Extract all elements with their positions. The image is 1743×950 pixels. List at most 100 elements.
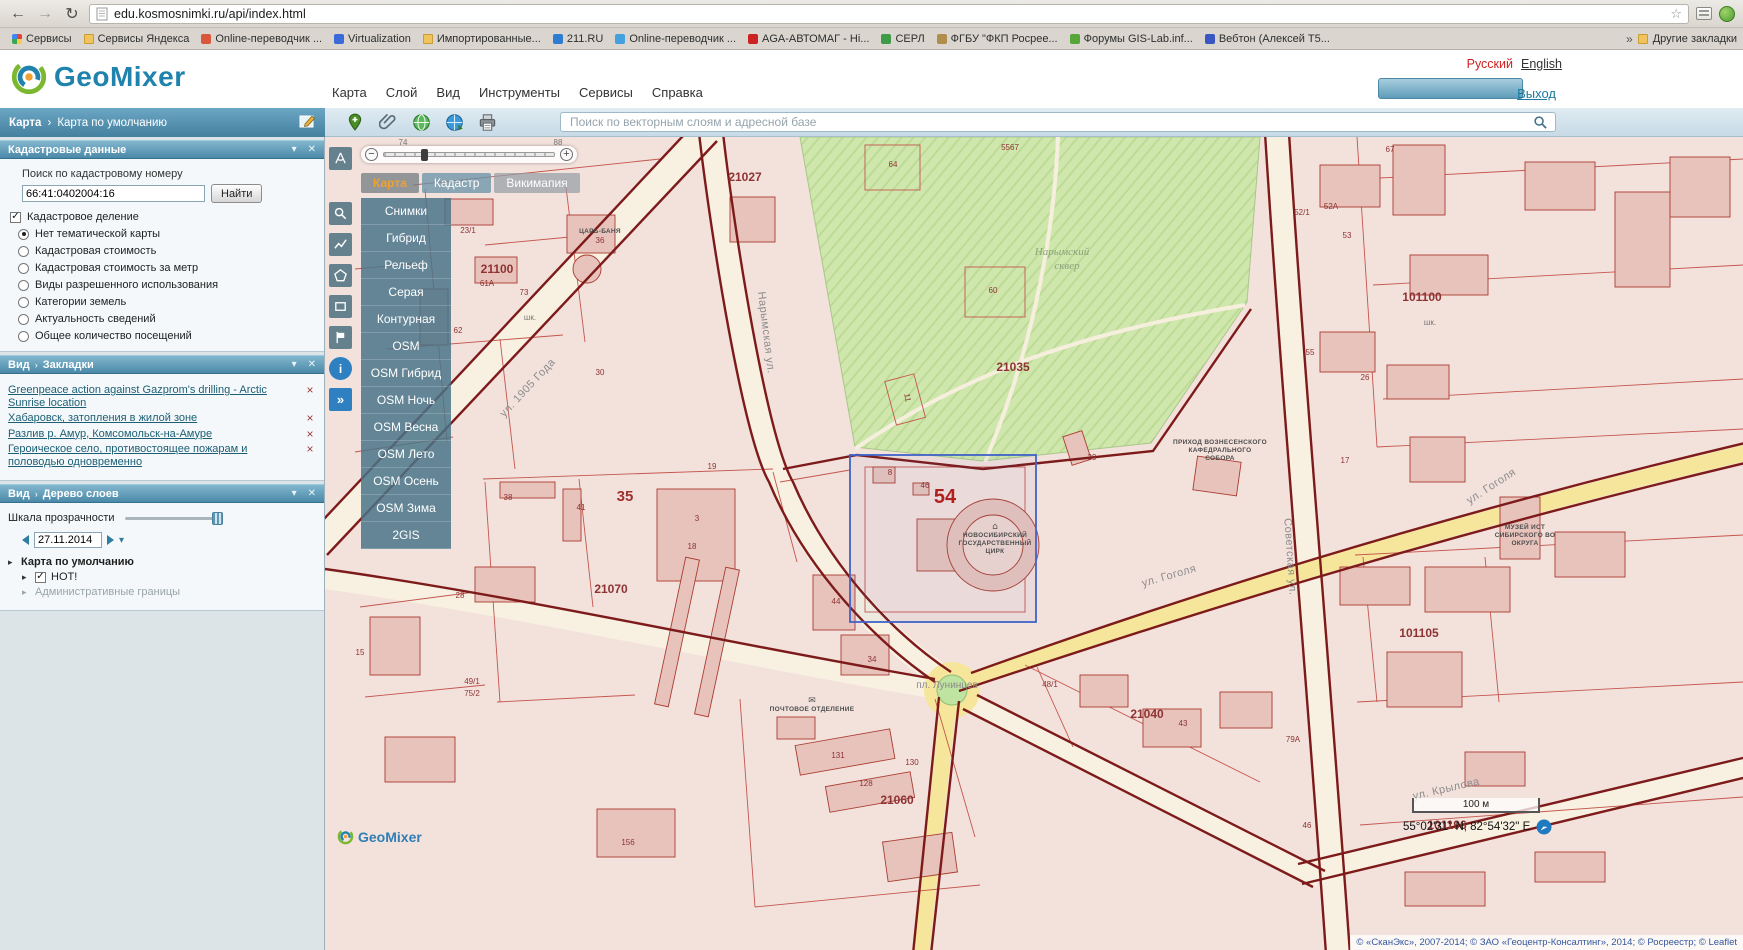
checkbox-icon[interactable] [10, 212, 21, 223]
locate-icon[interactable] [1536, 819, 1552, 835]
address-bar[interactable]: edu.kosmosnimki.ru/api/index.html ☆ [89, 4, 1689, 24]
radio-icon[interactable] [18, 314, 29, 325]
bookmark-item[interactable]: Online-переводчик ... [609, 33, 742, 45]
cadastre-panel-header[interactable]: Кадастровые данные ▾ ✕ [0, 140, 324, 159]
print-icon[interactable] [476, 111, 498, 133]
menu-item[interactable]: Инструменты [479, 85, 560, 100]
radio-icon[interactable] [18, 280, 29, 291]
radio-icon[interactable] [18, 229, 29, 240]
bookmark-item[interactable]: Сервисы [6, 33, 78, 45]
avatar-icon[interactable] [1719, 6, 1735, 22]
base-layer-option[interactable]: OSM Осень [361, 468, 451, 495]
menu-item[interactable]: Справка [652, 85, 703, 100]
layer-tree-item-admin[interactable]: ▸ Административные границы [22, 586, 316, 598]
zoom-slider[interactable] [383, 152, 555, 157]
radio-option[interactable]: Категории земель [18, 296, 316, 308]
globe-icon[interactable] [410, 111, 432, 133]
bookmark-item[interactable]: Online-переводчик ... [195, 33, 328, 45]
other-bookmarks[interactable]: » Другие закладки [1618, 32, 1737, 46]
base-layer-option[interactable]: OSM Гибрид [361, 360, 451, 387]
forward-icon[interactable]: → [35, 5, 55, 23]
zoom-slider-handle[interactable] [421, 149, 428, 161]
date-next-icon[interactable] [107, 535, 114, 545]
base-layer-option[interactable]: OSM Зима [361, 495, 451, 522]
bookmark-link[interactable]: Разлив р. Амур, Комсомольск-на-Амуре [8, 428, 298, 441]
rectangle-icon[interactable] [329, 295, 352, 318]
remove-bookmark-icon[interactable]: × [304, 443, 316, 455]
radio-option[interactable]: Актуальность сведений [18, 313, 316, 325]
logout-link[interactable]: Выход [1517, 86, 1556, 101]
radio-icon[interactable] [18, 297, 29, 308]
base-layer-tab[interactable]: Карта [361, 173, 419, 193]
base-layer-tab[interactable]: Кадастр [422, 173, 492, 193]
layer-checkbox-icon[interactable] [35, 572, 46, 583]
tree-expand-icon[interactable]: ▸ [22, 587, 30, 598]
panels-icon[interactable] [1696, 7, 1712, 20]
remove-bookmark-icon[interactable]: × [304, 412, 316, 424]
find-button[interactable]: Найти [211, 184, 262, 203]
tree-expand-icon[interactable]: ▸ [22, 572, 30, 583]
remove-bookmark-icon[interactable]: × [304, 428, 316, 440]
map-container[interactable]: ул. 1905 ГодаНарымская ул.ул. Гоголяул. … [325, 137, 1743, 950]
date-dropdown-icon[interactable]: ▾ [119, 535, 124, 546]
base-layer-option[interactable]: OSM Ночь [361, 387, 451, 414]
expand-panel-icon[interactable]: » [329, 388, 352, 411]
bookmark-item[interactable]: СЕРЛ [875, 33, 930, 45]
layer-tree-root[interactable]: ▸ Карта по умолчанию [8, 556, 316, 568]
cadastre-number-input[interactable] [22, 185, 205, 202]
bookmark-link[interactable]: Хабаровск, затопления в жилой зоне [8, 412, 298, 425]
radio-option[interactable]: Кадастровая стоимость за метр [18, 262, 316, 274]
opacity-slider[interactable] [125, 517, 221, 520]
bookmark-item[interactable]: AGA-АВТОМАГ - Hi... [742, 33, 875, 45]
flag-icon[interactable] [329, 326, 352, 349]
lang-russian[interactable]: Русский [1467, 57, 1513, 71]
date-prev-icon[interactable] [22, 535, 29, 545]
remove-bookmark-icon[interactable]: × [304, 384, 316, 396]
bookmark-item[interactable]: Сервисы Яндекса [78, 33, 196, 45]
menu-item[interactable]: Слой [386, 85, 418, 100]
layer-tree-item-hot[interactable]: ▸ HOT! [22, 571, 316, 583]
menu-item[interactable]: Сервисы [579, 85, 633, 100]
base-layer-option[interactable]: OSM [361, 333, 451, 360]
radio-option[interactable]: Общее количество посещений [18, 330, 316, 342]
base-layer-option[interactable]: OSM Весна [361, 414, 451, 441]
radio-icon[interactable] [18, 263, 29, 274]
bookmark-link[interactable]: Greenpeace action against Gazprom's dril… [8, 384, 298, 409]
cadastre-division-option[interactable]: Кадастровое деление [10, 211, 316, 223]
close-icon[interactable]: ✕ [308, 488, 316, 499]
measure-angle-icon[interactable] [329, 147, 352, 170]
close-icon[interactable]: ✕ [308, 144, 316, 155]
bookmarks-panel-header[interactable]: Вид › Закладки ▾ ✕ [0, 355, 324, 374]
base-layer-option[interactable]: OSM Лето [361, 441, 451, 468]
zoom-out-button[interactable]: − [365, 148, 378, 161]
zoom-in-button[interactable]: + [560, 148, 573, 161]
radio-icon[interactable] [18, 331, 29, 342]
bookmark-item[interactable]: ФГБУ "ФКП Росрее... [931, 33, 1064, 45]
collapse-icon[interactable]: ▾ [292, 488, 297, 499]
globe-layers-icon[interactable] [443, 111, 465, 133]
bookmark-link[interactable]: Героическое село, противостоящее пожарам… [8, 443, 298, 468]
base-layer-option[interactable]: Серая [361, 279, 451, 306]
base-layer-option[interactable]: 2GIS [361, 522, 451, 549]
bookmark-item[interactable]: Импортированные... [417, 33, 547, 45]
map-edit-icon[interactable] [299, 114, 316, 132]
bookmark-item[interactable]: Форумы GIS-Lab.inf... [1064, 33, 1199, 45]
base-layer-option[interactable]: Гибрид [361, 225, 451, 252]
tree-expand-icon[interactable]: ▸ [8, 557, 16, 568]
back-icon[interactable]: ← [8, 5, 28, 23]
radio-option[interactable]: Нет тематической карты [18, 228, 316, 240]
search-icon[interactable] [1533, 115, 1548, 130]
refresh-icon[interactable]: ↻ [62, 4, 82, 24]
base-layer-option[interactable]: Снимки [361, 198, 451, 225]
close-icon[interactable]: ✕ [308, 359, 316, 370]
radio-icon[interactable] [18, 246, 29, 257]
lang-english[interactable]: English [1521, 57, 1562, 71]
attachment-icon[interactable] [377, 111, 399, 133]
opacity-slider-handle[interactable] [212, 512, 223, 525]
profile-chart-icon[interactable] [329, 233, 352, 256]
menu-item[interactable]: Карта [332, 85, 367, 100]
info-icon[interactable]: i [329, 357, 352, 380]
polygon-icon[interactable] [329, 264, 352, 287]
layer-search-input[interactable] [568, 114, 1527, 130]
base-layer-tab[interactable]: Викимапия [494, 173, 579, 193]
